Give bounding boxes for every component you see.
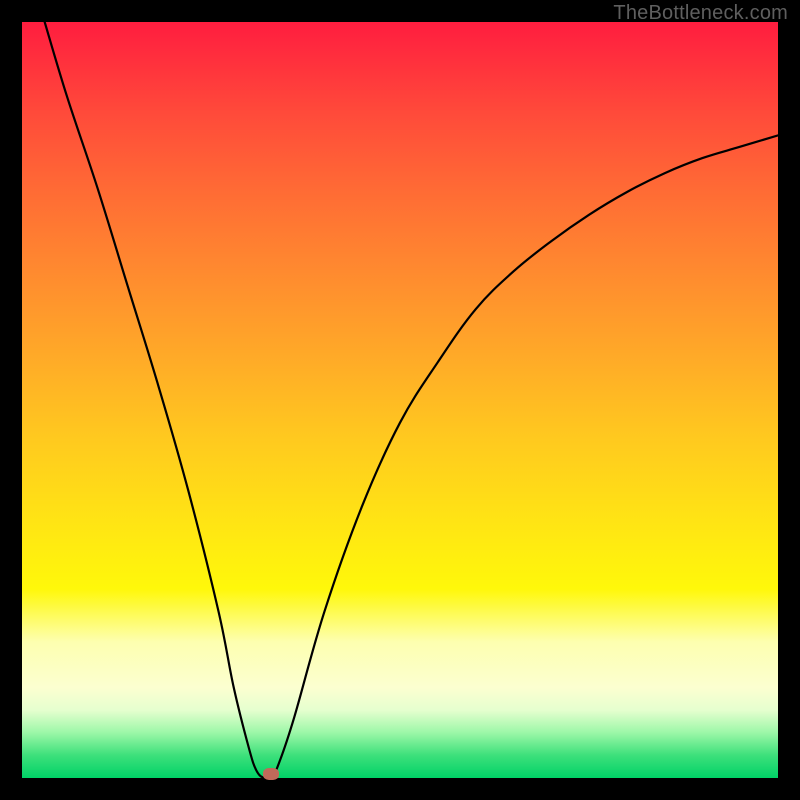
plot-area — [22, 22, 778, 778]
optimal-point-marker — [263, 768, 279, 780]
bottleneck-curve — [22, 22, 778, 778]
chart-frame: TheBottleneck.com — [0, 0, 800, 800]
